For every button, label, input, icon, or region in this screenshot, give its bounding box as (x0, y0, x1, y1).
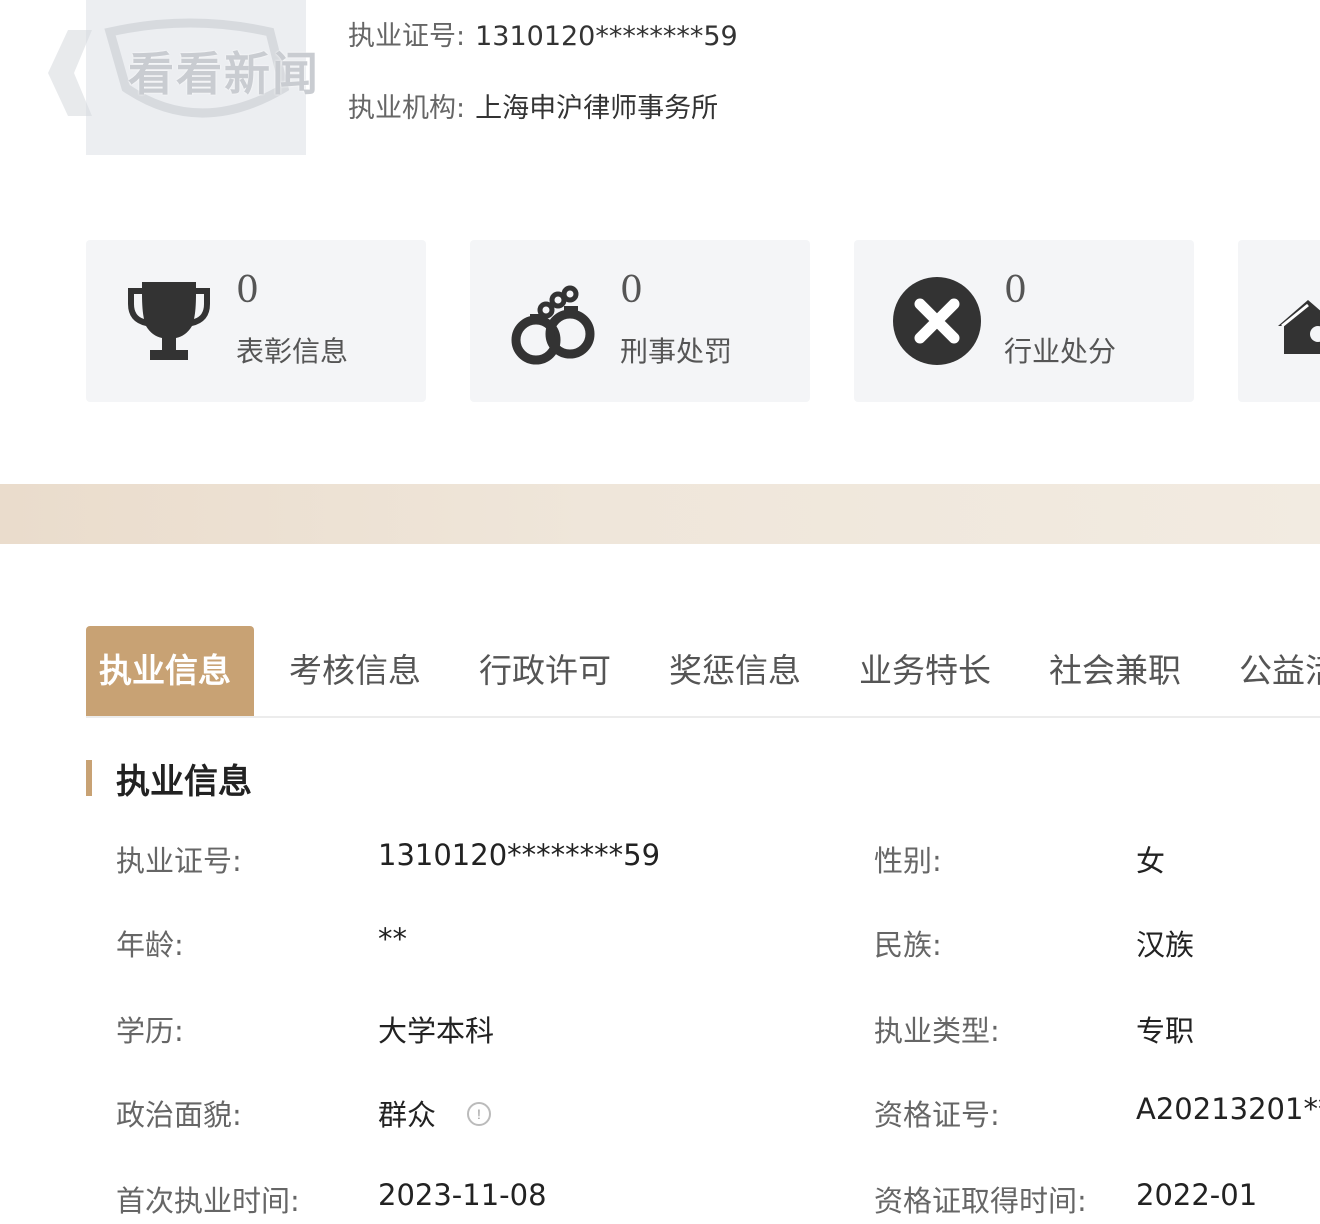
license-line: 执业证号: 1310120********59 (348, 14, 738, 53)
stat-card-commendation[interactable]: 0 表彰信息 (86, 240, 426, 402)
handcuffs-icon (511, 285, 595, 365)
license-no-value: 1310120********59 (378, 838, 661, 872)
first-practice-date-value: 2023-11-08 (378, 1178, 547, 1212)
watermark-text: 看看新闻 (128, 47, 320, 101)
tab-administrative-permit[interactable]: 行政许可 (466, 626, 624, 716)
tab-practice-info[interactable]: 执业信息 (86, 626, 254, 716)
section-title: 执业信息 (116, 762, 252, 802)
qualification-date-value: 2022-01 (1136, 1178, 1258, 1212)
gender-value: 女 (1136, 844, 1166, 878)
firm-value: 上海申沪律师事务所 (475, 93, 719, 124)
close-circle-icon (893, 277, 981, 365)
gender-label: 性别: (874, 844, 942, 878)
stat-card-partial[interactable] (1238, 240, 1320, 402)
education-value: 大学本科 (378, 1014, 495, 1048)
lawyer-profile-page: 看看新闻 执业证号: 1310120********59 执业机构: 上海申沪律师事… (0, 0, 1320, 1224)
first-practice-date-label: 首次执业时间: (116, 1184, 300, 1218)
education-label: 学历: (116, 1014, 184, 1048)
stat-card-discipline[interactable]: 0 行业处分 (854, 240, 1194, 402)
commendation-label: 表彰信息 (236, 335, 349, 368)
qualification-date-label: 资格证取得时间: (874, 1184, 1087, 1218)
house-icon (1278, 300, 1320, 354)
age-value: ** (378, 922, 407, 956)
tab-business-specialty[interactable]: 业务特长 (846, 626, 1004, 716)
discipline-label: 行业处分 (1004, 335, 1117, 368)
qualification-no-value: A20213201** (1136, 1092, 1320, 1126)
commendation-count: 0 (236, 270, 259, 311)
practice-type-value: 专职 (1136, 1014, 1195, 1048)
age-label: 年龄: (116, 928, 184, 962)
firm-label: 执业机构: (348, 93, 466, 124)
license-value: 1310120********59 (475, 21, 738, 52)
license-no-label: 执业证号: (116, 844, 242, 878)
stat-card-criminal[interactable]: 0 刑事处罚 (470, 240, 810, 402)
trophy-icon (128, 282, 210, 360)
license-label: 执业证号: (348, 21, 466, 52)
tab-rewards-penalties[interactable]: 奖惩信息 (656, 626, 814, 716)
discipline-count: 0 (1004, 270, 1027, 311)
political-status-value: 群众 (378, 1098, 437, 1132)
ethnicity-value: 汉族 (1136, 928, 1195, 962)
firm-line: 执业机构: 上海申沪律师事务所 (348, 86, 718, 125)
tab-bar: 执业信息 考核信息 行政许可 奖惩信息 业务特长 社会兼职 公益活 (86, 626, 1320, 716)
tab-assessment-info[interactable]: 考核信息 (276, 626, 434, 716)
criminal-label: 刑事处罚 (620, 335, 733, 368)
section-accent-bar (86, 760, 92, 796)
practice-type-label: 执业类型: (874, 1014, 1000, 1048)
criminal-count: 0 (620, 270, 643, 311)
tab-underline (86, 716, 1320, 718)
tab-public-welfare[interactable]: 公益活 (1226, 626, 1320, 716)
political-status-label: 政治面貌: (116, 1098, 242, 1132)
ethnicity-label: 民族: (874, 928, 942, 962)
divider-band (0, 484, 1320, 544)
qualification-no-label: 资格证号: (874, 1098, 1000, 1132)
tab-social-positions[interactable]: 社会兼职 (1036, 626, 1194, 716)
info-icon[interactable]: ! (467, 1102, 491, 1126)
